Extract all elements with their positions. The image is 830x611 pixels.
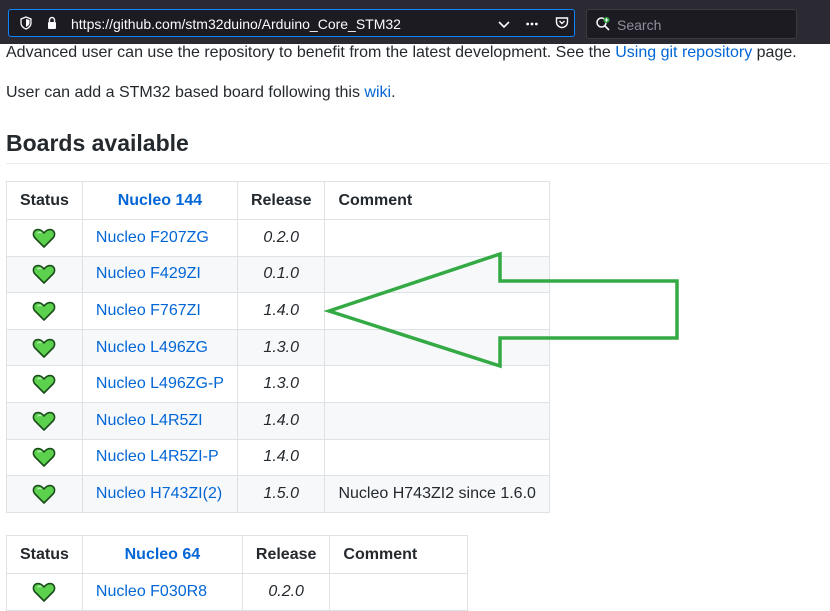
board-link[interactable]: Nucleo H743ZI(2) bbox=[96, 485, 222, 502]
more-icon[interactable] bbox=[525, 17, 539, 31]
column-header-board[interactable]: Nucleo 144 bbox=[81, 181, 238, 220]
release-cell: 1.5.0 bbox=[236, 475, 326, 513]
comment-cell bbox=[329, 573, 469, 611]
board-cell: Nucleo H743ZI(2) bbox=[81, 475, 238, 513]
table-row: Nucleo F030R8 0.2.0 bbox=[6, 573, 469, 611]
board-link[interactable]: Nucleo L496ZG-P bbox=[96, 375, 224, 392]
release-cell: 0.2.0 bbox=[236, 219, 326, 257]
table-row: Nucleo F207ZG 0.2.0 bbox=[6, 219, 550, 257]
column-header-release: Release bbox=[236, 181, 326, 220]
intro-paragraph-2: User can add a STM32 based board followi… bbox=[6, 84, 396, 102]
table-body: Nucleo F030R8 0.2.0 bbox=[6, 573, 469, 611]
green-heart-icon bbox=[33, 411, 56, 431]
intro-paragraph-1: Advanced user can use the repository to … bbox=[6, 44, 797, 62]
status-cell bbox=[6, 475, 83, 513]
browser-toolbar: https://github.com/stm32duino/Arduino_Co… bbox=[0, 0, 830, 44]
board-cell: Nucleo F767ZI bbox=[81, 292, 238, 330]
status-cell bbox=[6, 365, 83, 403]
intro-text: . bbox=[391, 84, 396, 101]
release-cell: 0.1.0 bbox=[236, 255, 326, 294]
board-cell: Nucleo L4R5ZI bbox=[81, 401, 238, 440]
status-cell bbox=[6, 401, 83, 440]
heading-divider bbox=[6, 163, 830, 164]
board-cell: Nucleo L496ZG bbox=[81, 328, 238, 367]
url-text[interactable]: https://github.com/stm32duino/Arduino_Co… bbox=[71, 16, 401, 32]
comment-cell bbox=[324, 328, 550, 367]
green-heart-icon bbox=[33, 374, 56, 394]
intro-text: page. bbox=[752, 44, 797, 61]
green-heart-icon bbox=[33, 448, 56, 468]
release-cell: 1.3.0 bbox=[236, 328, 326, 367]
table-row: Nucleo L4R5ZI-P 1.4.0 bbox=[6, 438, 550, 477]
status-cell bbox=[6, 255, 83, 294]
release-cell: 1.4.0 bbox=[236, 438, 326, 477]
table-header-row: Status Nucleo 144 Release Comment bbox=[6, 181, 550, 220]
green-heart-icon bbox=[33, 582, 56, 602]
board-cell: Nucleo F030R8 bbox=[81, 573, 243, 611]
green-heart-icon bbox=[33, 484, 56, 504]
comment-cell bbox=[324, 255, 550, 294]
green-heart-icon bbox=[33, 338, 56, 358]
board-cell: Nucleo F429ZI bbox=[81, 255, 238, 294]
column-header-comment: Comment bbox=[329, 535, 469, 574]
lock-icon[interactable] bbox=[45, 16, 59, 30]
table-row: Nucleo L496ZG 1.3.0 bbox=[6, 328, 550, 367]
board-cell: Nucleo L496ZG-P bbox=[81, 365, 238, 403]
board-cell: Nucleo L4R5ZI-P bbox=[81, 438, 238, 477]
table-row: Nucleo L4R5ZI 1.4.0 bbox=[6, 401, 550, 440]
comment-cell bbox=[324, 401, 550, 440]
board-cell: Nucleo F207ZG bbox=[81, 219, 238, 257]
table-row: Nucleo F767ZI 1.4.0 bbox=[6, 292, 550, 330]
intro-text: User can add a STM32 based board followi… bbox=[6, 84, 365, 101]
status-cell bbox=[6, 292, 83, 330]
comment-cell bbox=[324, 438, 550, 477]
nucleo-144-table: Status Nucleo 144 Release Comment Nucleo… bbox=[6, 181, 550, 513]
table-row: Nucleo F429ZI 0.1.0 bbox=[6, 255, 550, 294]
section-heading: Boards available bbox=[6, 130, 189, 156]
column-header-board[interactable]: Nucleo 64 bbox=[81, 535, 243, 574]
status-cell bbox=[6, 438, 83, 477]
board-link[interactable]: Nucleo F429ZI bbox=[96, 265, 201, 282]
column-header-comment: Comment bbox=[324, 181, 550, 220]
search-input[interactable]: Search bbox=[617, 17, 661, 33]
comment-cell: Nucleo H743ZI2 since 1.6.0 bbox=[324, 475, 550, 513]
status-cell bbox=[6, 328, 83, 367]
comment-cell bbox=[324, 219, 550, 257]
comment-cell bbox=[324, 292, 550, 330]
status-cell bbox=[6, 219, 83, 257]
green-heart-icon bbox=[33, 265, 56, 285]
board-link[interactable]: Nucleo F207ZG bbox=[96, 229, 209, 246]
release-cell: 1.3.0 bbox=[236, 365, 326, 403]
comment-cell bbox=[324, 365, 550, 403]
release-cell: 0.2.0 bbox=[241, 573, 331, 611]
shield-icon[interactable] bbox=[19, 16, 33, 30]
pocket-icon[interactable] bbox=[555, 16, 569, 30]
search-bar[interactable]: Search bbox=[586, 9, 797, 39]
release-cell: 1.4.0 bbox=[236, 292, 326, 330]
table-body: Nucleo F207ZG 0.2.0 Nucleo F429ZI 0.1.0 Nucl… bbox=[6, 219, 550, 513]
table-row: Nucleo H743ZI(2) 1.5.0 Nucleo H743ZI2 sinc… bbox=[6, 475, 550, 513]
board-link[interactable]: Nucleo F030R8 bbox=[96, 583, 207, 600]
status-cell bbox=[6, 573, 83, 611]
wiki-link[interactable]: wiki bbox=[364, 84, 391, 101]
board-link[interactable]: Nucleo L496ZG bbox=[96, 339, 208, 356]
search-icon bbox=[596, 17, 610, 31]
intro-text: Advanced user can use the repository to … bbox=[6, 44, 616, 61]
nucleo-64-table: Status Nucleo 64 Release Comment Nucleo … bbox=[6, 535, 469, 611]
column-header-status: Status bbox=[6, 181, 83, 220]
green-heart-icon bbox=[33, 228, 56, 248]
board-link[interactable]: Nucleo L4R5ZI-P bbox=[96, 448, 219, 465]
board-link[interactable]: Nucleo L4R5ZI bbox=[96, 412, 203, 429]
column-header-status: Status bbox=[6, 535, 83, 574]
table-row: Nucleo L496ZG-P 1.3.0 bbox=[6, 365, 550, 403]
using-git-repository-link[interactable]: Using git repository bbox=[615, 44, 752, 61]
release-cell: 1.4.0 bbox=[236, 401, 326, 440]
board-link[interactable]: Nucleo F767ZI bbox=[96, 302, 201, 319]
column-header-release: Release bbox=[241, 535, 331, 574]
table-header-row: Status Nucleo 64 Release Comment bbox=[6, 535, 469, 574]
url-bar[interactable]: https://github.com/stm32duino/Arduino_Co… bbox=[8, 9, 575, 37]
chevron-down-icon[interactable] bbox=[497, 17, 511, 31]
green-heart-icon bbox=[33, 301, 56, 321]
